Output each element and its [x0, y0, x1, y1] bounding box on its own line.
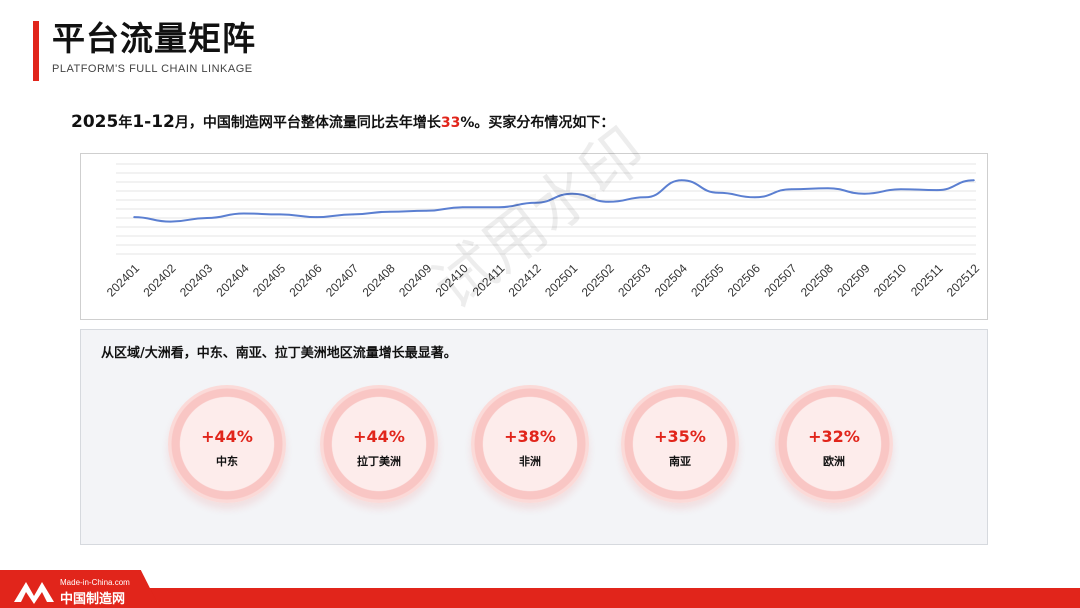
x-tick-label: 202506 — [725, 261, 763, 299]
region-name: 非洲 — [519, 455, 541, 468]
x-tick-label: 202407 — [323, 261, 361, 299]
x-tick-label: 202410 — [433, 261, 471, 299]
data-point — [534, 201, 537, 204]
summary-suffix: %。买家分布情况如下： — [460, 115, 615, 131]
data-point — [681, 179, 683, 181]
data-point — [315, 216, 318, 218]
page-title: 平台流量矩阵 — [52, 19, 256, 58]
data-point — [717, 192, 720, 194]
data-point — [169, 220, 172, 223]
region-name: 欧洲 — [823, 455, 845, 468]
x-tick-label: 202409 — [396, 261, 434, 299]
x-tick-label: 202505 — [688, 261, 726, 299]
data-point — [498, 206, 501, 208]
x-tick-label: 202510 — [871, 261, 909, 299]
x-tick-label: 202502 — [579, 261, 617, 299]
data-point — [607, 201, 610, 203]
region-circle: +44% 拉丁美洲 — [320, 385, 438, 503]
data-point — [206, 217, 208, 219]
page-subtitle: PLATFORM'S FULL CHAIN LINKAGE — [52, 63, 253, 75]
x-tick-label: 202507 — [761, 261, 799, 299]
x-tick-label: 202501 — [542, 261, 580, 299]
made-in-china-logo-icon — [14, 582, 54, 604]
summary-growth: 33 — [440, 115, 461, 131]
regions-intro: 从区域/大洲看，中东、南亚、拉丁美洲地区流量增长最显著。 — [101, 346, 457, 361]
x-tick-label: 202401 — [104, 261, 142, 299]
summary-mid2: 月，中国制造网平台整体流量同比去年增长 — [174, 115, 441, 131]
data-point — [790, 188, 793, 190]
x-tick-label: 202403 — [177, 261, 215, 299]
summary-text: 2025年1-12月，中国制造网平台整体流量同比去年增长33%。买家分布情况如下… — [71, 112, 614, 132]
region-growth: +44% — [353, 427, 405, 446]
logo-chinese: 中国制造网 — [60, 592, 126, 607]
data-point — [936, 189, 939, 191]
data-point — [279, 213, 281, 216]
data-point — [133, 216, 135, 218]
region-name: 中东 — [216, 455, 238, 468]
data-point — [242, 212, 245, 215]
x-tick-label: 202511 — [908, 261, 946, 299]
x-tick-label: 202509 — [834, 261, 872, 299]
data-point — [973, 179, 975, 181]
summary-mid1: 年 — [118, 115, 133, 131]
x-tick-label: 202512 — [944, 261, 982, 299]
x-tick-label: 202412 — [506, 261, 544, 299]
region-growth: +35% — [654, 427, 706, 446]
footer-band — [0, 588, 1080, 608]
x-tick-label: 202406 — [287, 261, 325, 299]
data-point — [388, 210, 391, 213]
data-point — [863, 192, 866, 195]
data-point — [425, 210, 427, 212]
x-tick-label: 202504 — [652, 261, 690, 299]
x-tick-label: 202508 — [798, 261, 836, 299]
region-circle: +32% 欧洲 — [775, 385, 893, 503]
series-line — [133, 179, 975, 223]
region-growth: +44% — [201, 427, 253, 446]
traffic-line-chart: 2024012024022024032024042024052024062024… — [104, 163, 982, 299]
summary-range: 1-12 — [132, 112, 175, 132]
x-tick-label: 202411 — [470, 261, 508, 299]
traffic-chart: 202401 202402 202403 202404 202405 202406 2024… — [80, 153, 988, 320]
region-growth: +32% — [808, 427, 860, 446]
data-point — [644, 196, 647, 199]
title-accent-bar — [33, 21, 39, 81]
x-tick-label: 202408 — [360, 261, 398, 299]
region-circle: +44% 中东 — [168, 385, 286, 503]
data-point — [754, 196, 756, 199]
region-growth: +38% — [504, 427, 556, 446]
x-tick-label: 202503 — [615, 261, 653, 299]
data-point — [571, 192, 574, 195]
logo-english: Made-in-China.com — [60, 578, 130, 587]
x-tick-label: 202402 — [140, 261, 178, 299]
summary-year: 2025 — [71, 112, 119, 132]
data-point — [827, 187, 829, 190]
data-point — [352, 213, 354, 216]
data-point — [461, 206, 464, 208]
region-circle: +38% 非洲 — [471, 385, 589, 503]
region-circle: +35% 南亚 — [621, 385, 739, 503]
regions-panel: 从区域/大洲看，中东、南亚、拉丁美洲地区流量增长最显著。 +44% 中东 +44… — [80, 329, 988, 545]
x-tick-label: 202404 — [213, 261, 251, 299]
region-name: 拉丁美洲 — [357, 455, 401, 468]
data-point — [900, 188, 902, 190]
region-name: 南亚 — [669, 455, 691, 468]
x-tick-label: 202405 — [250, 261, 288, 299]
